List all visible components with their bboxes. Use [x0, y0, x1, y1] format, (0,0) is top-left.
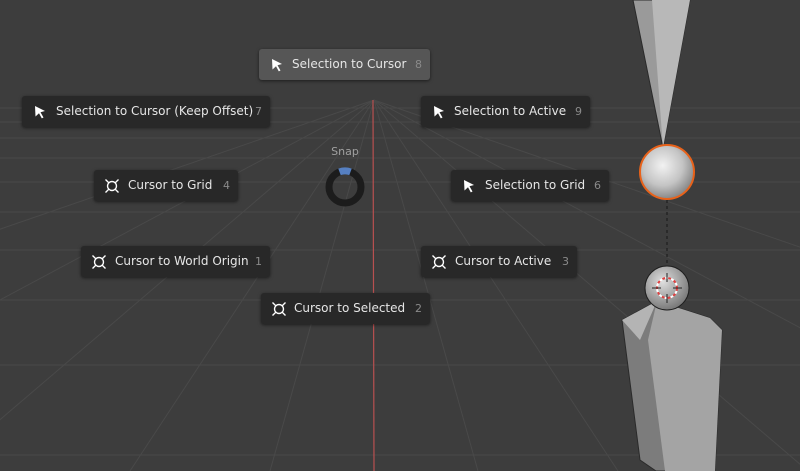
pie-item-hotkey: 7 — [255, 105, 262, 118]
selected-joint — [639, 144, 695, 200]
pie-item-hotkey: 6 — [594, 179, 601, 192]
pie-item-selection-to-active[interactable]: Selection to Active 9 — [421, 96, 590, 127]
pie-item-cursor-to-active[interactable]: Cursor to Active 3 — [421, 246, 577, 277]
pie-item-hotkey: 3 — [562, 255, 569, 268]
3d-cursor-icon — [272, 302, 286, 316]
pie-menu-title: Snap — [331, 145, 359, 158]
pie-item-label: Selection to Cursor — [292, 57, 407, 71]
3d-cursor-icon — [432, 255, 446, 269]
3d-cursor-icon — [105, 179, 119, 193]
pie-item-label: Selection to Cursor (Keep Offset) — [56, 104, 254, 118]
pie-item-hotkey: 9 — [575, 105, 582, 118]
pie-item-cursor-to-selected[interactable]: Cursor to Selected 2 — [261, 293, 430, 324]
pie-item-selection-to-grid[interactable]: Selection to Grid 6 — [451, 170, 609, 201]
bone-joint — [644, 265, 690, 311]
3d-cursor-icon — [92, 255, 106, 269]
pie-item-label: Selection to Grid — [485, 178, 586, 192]
pie-item-cursor-to-world-origin[interactable]: Cursor to World Origin 1 — [81, 246, 270, 277]
pie-item-label: Cursor to Active — [455, 254, 552, 268]
cursor-arrow-icon — [35, 106, 45, 119]
pie-item-label: Cursor to Grid — [128, 178, 213, 192]
pie-item-hotkey: 1 — [255, 255, 262, 268]
pie-direction-ring — [325, 167, 365, 207]
cursor-arrow-icon — [434, 106, 444, 119]
pie-item-selection-to-cursor-keep-offset[interactable]: Selection to Cursor (Keep Offset) 7 — [22, 96, 270, 127]
pie-item-cursor-to-grid[interactable]: Cursor to Grid 4 — [94, 170, 238, 201]
pie-item-label: Selection to Active — [454, 104, 567, 118]
pie-item-label: Cursor to Selected — [294, 301, 406, 315]
pie-item-selection-to-cursor[interactable]: Selection to Cursor 8 — [259, 49, 430, 80]
pie-item-hotkey: 2 — [415, 302, 422, 315]
pie-item-hotkey: 4 — [223, 179, 230, 192]
cursor-arrow-icon — [272, 59, 282, 72]
pie-item-label: Cursor to World Origin — [115, 254, 249, 268]
cursor-arrow-icon — [464, 180, 474, 193]
pie-item-hotkey: 8 — [415, 58, 422, 71]
